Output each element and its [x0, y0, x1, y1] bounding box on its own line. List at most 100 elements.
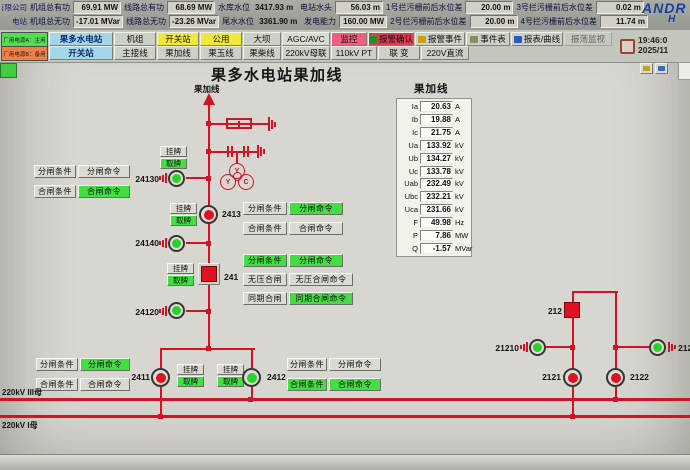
- earth-switch-24120[interactable]: [168, 302, 185, 319]
- metric-label: 线路总有功: [124, 2, 164, 13]
- busbar-upper: [0, 398, 690, 401]
- btn-2412-close-cmd[interactable]: 合闸命令: [329, 378, 381, 391]
- measurement-value: 232.49: [420, 178, 453, 189]
- btn-24130-close-cmd[interactable]: 合闸命令: [78, 185, 130, 198]
- tab-guoyu-line[interactable]: 果玉线: [200, 46, 242, 60]
- btn-241-sync-cond[interactable]: 同期合闸: [243, 292, 287, 305]
- connector-line: [617, 346, 650, 348]
- btn-2412-close-cond[interactable]: 合闸条件: [287, 378, 327, 391]
- tab-units[interactable]: 机组: [114, 32, 156, 46]
- tab-switchyard[interactable]: 开关站: [157, 32, 199, 46]
- btn-2411-close-cond[interactable]: 合闸条件: [36, 378, 78, 391]
- measurement-value: 7.86: [420, 230, 453, 241]
- btn-2413-open-cmd[interactable]: 分闸命令: [289, 202, 343, 215]
- measurement-row: Ua133.92kV: [399, 139, 469, 151]
- pt-center-symbol: [233, 172, 242, 181]
- tab-switchyard-page[interactable]: 开关站: [49, 46, 113, 60]
- pan-tool-button[interactable]: [640, 63, 653, 74]
- earth-switch-24130[interactable]: [168, 170, 185, 187]
- disconnector-2411[interactable]: [151, 368, 170, 387]
- earth-switch-21210[interactable]: [529, 339, 546, 356]
- measurement-row: Ib19.88A: [399, 114, 469, 126]
- btn-2413-take-tag[interactable]: 取牌: [170, 215, 197, 226]
- tab-dam[interactable]: 大坝: [243, 32, 281, 46]
- tab-main-wiring[interactable]: 主接线: [114, 46, 156, 60]
- btn-2412-open-cond[interactable]: 分闸条件: [287, 358, 327, 371]
- junction-dot: [570, 414, 575, 419]
- earth-switch-21220[interactable]: [649, 339, 666, 356]
- tab-common[interactable]: 公用: [200, 32, 242, 46]
- tab-bus-tie[interactable]: 220kV母联: [282, 46, 330, 60]
- report-curve-button[interactable]: 报表/曲线: [511, 32, 563, 46]
- nav-row-pages: 开关站 主接线 果加线 果玉线 果柴线 220kV母联 110kV PT 联 变…: [49, 46, 469, 60]
- btn-2411-take-tag[interactable]: 取牌: [177, 376, 204, 387]
- btn-24130-close-cond[interactable]: 合闸条件: [34, 185, 76, 198]
- clock-text: 19:46:0 2025/11: [638, 36, 668, 56]
- btn-2412-hang-tag[interactable]: 挂牌: [217, 364, 244, 375]
- oscillation-monitor-button[interactable]: 振荡监视: [564, 32, 612, 46]
- measurement-unit: kV: [455, 179, 464, 188]
- measurement-unit: A: [455, 115, 460, 124]
- btn-2412-open-cmd[interactable]: 分闸命令: [329, 358, 381, 371]
- tab-220v-dc[interactable]: 220V直流: [421, 46, 469, 60]
- btn-24130-open-cmd[interactable]: 分闸命令: [78, 165, 130, 178]
- btn-2413-hang-tag[interactable]: 挂牌: [170, 203, 197, 214]
- btn-241-novolt-cmd[interactable]: 无压合闸命令: [289, 273, 353, 286]
- zoom-tool-button[interactable]: [655, 63, 668, 74]
- btn-24130-take-tag[interactable]: 取牌: [160, 158, 187, 169]
- alarm-events-button[interactable]: 报警事件: [415, 32, 465, 46]
- btn-2411-open-cmd[interactable]: 分闸命令: [80, 358, 130, 371]
- metric-label: 水库水位: [218, 2, 250, 13]
- junction-dot: [206, 176, 211, 181]
- btn-24130-hang-tag[interactable]: 挂牌: [160, 146, 187, 157]
- tab-guojia-line[interactable]: 果加线: [157, 46, 199, 60]
- disconnector-2411-stub: [160, 350, 162, 368]
- btn-241-open-cond[interactable]: 分闸条件: [243, 254, 287, 267]
- earth-switch-24140[interactable]: [168, 235, 185, 252]
- btn-241-take-tag[interactable]: 取牌: [167, 275, 194, 286]
- btn-24130-open-cond[interactable]: 分闸条件: [34, 165, 76, 178]
- measurement-label: Uab: [399, 179, 418, 188]
- tab-110kv-pt[interactable]: 110kV PT: [331, 46, 377, 60]
- tab-agc-avc[interactable]: AGC/AVC: [282, 32, 330, 46]
- breaker-241[interactable]: [201, 266, 217, 282]
- measurement-row: Uc133.78kV: [399, 165, 469, 177]
- disconnector-2413[interactable]: [199, 205, 218, 224]
- btn-2413-open-cond[interactable]: 分闸条件: [243, 202, 287, 215]
- disconnector-2122[interactable]: [606, 368, 625, 387]
- measurement-unit: kV: [455, 167, 464, 176]
- power-flow-arrow: [203, 93, 215, 105]
- btn-2411-hang-tag[interactable]: 挂牌: [177, 364, 204, 375]
- surge-arrester-symbol[interactable]: [226, 118, 252, 129]
- bus-tie-jumper: [572, 291, 618, 293]
- measurement-unit: MVar: [455, 244, 472, 253]
- btn-2411-close-cmd[interactable]: 合闸命令: [80, 378, 130, 391]
- btn-241-hang-tag[interactable]: 挂牌: [167, 263, 194, 274]
- event-list-button[interactable]: 事件表: [466, 32, 510, 46]
- disconnector-2121[interactable]: [563, 368, 582, 387]
- btn-2413-close-cmd[interactable]: 合闸命令: [289, 222, 343, 235]
- junction-dot: [206, 149, 211, 154]
- btn-2411-open-cond[interactable]: 分闸条件: [36, 358, 78, 371]
- earth-tap-symbol: [159, 173, 167, 183]
- tab-transformer[interactable]: 联 变: [378, 46, 420, 60]
- btn-241-open-cmd[interactable]: 分闸命令: [289, 254, 343, 267]
- tab-guoduo-station[interactable]: 果多水电站: [49, 32, 113, 46]
- measurement-value: -1.57: [420, 243, 453, 254]
- pan-tool-icon: [643, 66, 650, 71]
- measurement-unit: Hz: [455, 218, 464, 227]
- tab-monitor[interactable]: 监控: [331, 32, 367, 46]
- scroll-arrow-box[interactable]: [678, 62, 690, 80]
- btn-241-novolt-cond[interactable]: 无压合闸: [243, 273, 287, 286]
- alarm-confirm-button[interactable]: 报警确认: [368, 32, 414, 46]
- disconnector-2412[interactable]: [242, 368, 261, 387]
- corner-status-badge: [0, 63, 17, 78]
- breaker-212[interactable]: [564, 302, 580, 318]
- btn-2413-close-cond[interactable]: 合闸条件: [243, 222, 287, 235]
- tab-guochai-line[interactable]: 果柴线: [243, 46, 281, 60]
- btn-2412-take-tag[interactable]: 取牌: [217, 376, 244, 387]
- earth-tap-symbol: [668, 342, 676, 352]
- busbar-lower: [0, 415, 690, 418]
- btn-241-sync-cmd[interactable]: 同期合闸命令: [289, 292, 353, 305]
- metric-value: 3417.93 m: [253, 2, 297, 13]
